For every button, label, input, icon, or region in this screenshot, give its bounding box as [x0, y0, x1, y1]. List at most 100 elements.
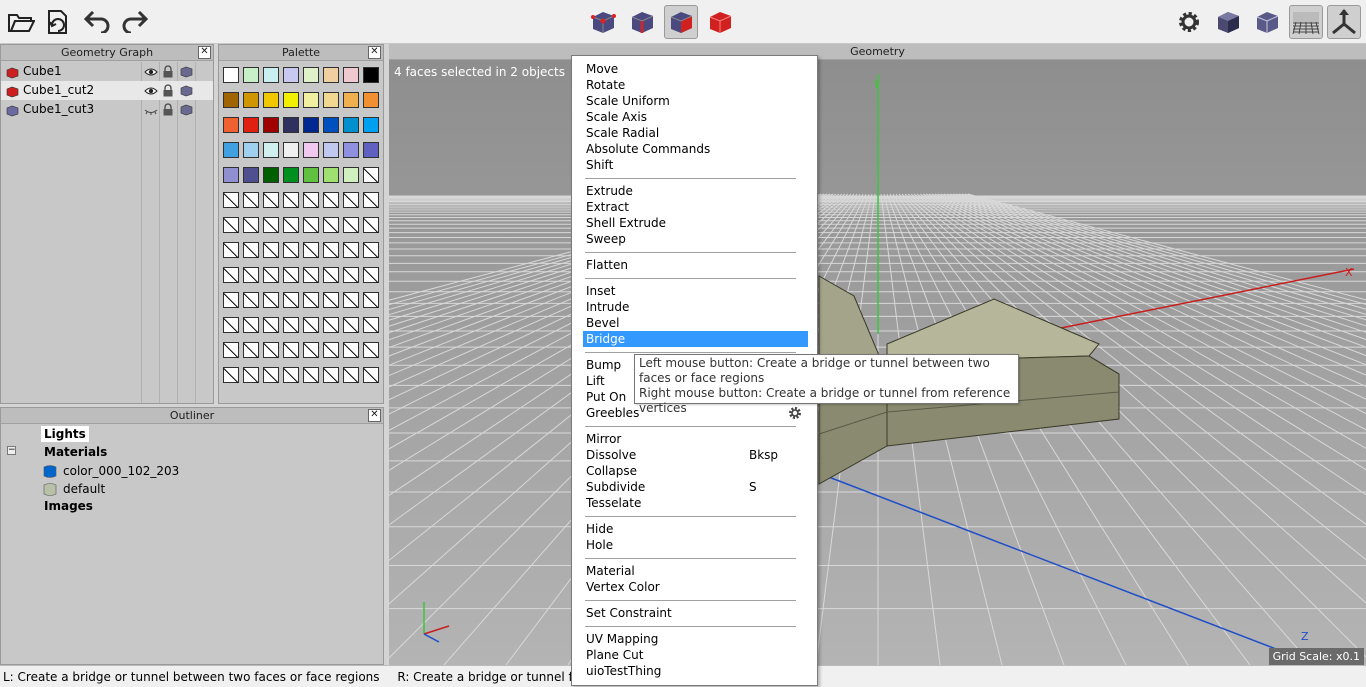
empty-swatch[interactable] — [303, 367, 319, 383]
empty-swatch[interactable] — [243, 217, 259, 233]
color-swatch[interactable] — [283, 92, 299, 108]
menu-item-plane-cut[interactable]: Plane Cut — [583, 647, 808, 663]
empty-swatch[interactable] — [243, 242, 259, 258]
empty-swatch[interactable] — [343, 267, 359, 283]
menu-item-scale-axis[interactable]: Scale Axis — [583, 109, 808, 125]
menu-item-extract[interactable]: Extract — [583, 199, 808, 215]
menu-item-collapse[interactable]: Collapse — [583, 463, 808, 479]
empty-swatch[interactable] — [343, 342, 359, 358]
empty-swatch[interactable] — [223, 192, 239, 208]
empty-swatch[interactable] — [323, 292, 339, 308]
empty-swatch[interactable] — [363, 167, 379, 183]
close-icon[interactable]: ✕ — [198, 46, 211, 59]
empty-swatch[interactable] — [343, 367, 359, 383]
empty-swatch[interactable] — [323, 342, 339, 358]
import-icon[interactable] — [40, 5, 74, 39]
menu-item-bevel[interactable]: Bevel — [583, 315, 808, 331]
empty-swatch[interactable] — [223, 242, 239, 258]
empty-swatch[interactable] — [283, 267, 299, 283]
color-swatch[interactable] — [243, 142, 259, 158]
empty-swatch[interactable] — [283, 292, 299, 308]
empty-swatch[interactable] — [223, 217, 239, 233]
empty-swatch[interactable] — [303, 242, 319, 258]
empty-swatch[interactable] — [223, 267, 239, 283]
color-swatch[interactable] — [223, 117, 239, 133]
menu-item-scale-radial[interactable]: Scale Radial — [583, 125, 808, 141]
menu-item-rotate[interactable]: Rotate — [583, 77, 808, 93]
color-swatch[interactable] — [263, 142, 279, 158]
open-folder-icon[interactable] — [4, 5, 38, 39]
menu-item-dissolve[interactable]: Dissolve Bksp — [583, 447, 808, 463]
color-swatch[interactable] — [323, 92, 339, 108]
empty-swatch[interactable] — [243, 292, 259, 308]
empty-swatch[interactable] — [323, 317, 339, 333]
color-swatch[interactable] — [263, 92, 279, 108]
color-swatch[interactable] — [363, 92, 379, 108]
geometry-row[interactable]: Cube1 — [1, 62, 213, 81]
empty-swatch[interactable] — [303, 192, 319, 208]
empty-swatch[interactable] — [243, 317, 259, 333]
empty-swatch[interactable] — [343, 317, 359, 333]
select-vertex-icon[interactable] — [586, 5, 620, 39]
empty-swatch[interactable] — [243, 342, 259, 358]
geometry-row[interactable]: Cube1_cut3 — [1, 100, 213, 119]
menu-item-tesselate[interactable]: Tesselate — [583, 495, 808, 511]
menu-item-uiotestthing[interactable]: uioTestThing — [583, 663, 808, 679]
menu-item-vertex-color[interactable]: Vertex Color — [583, 579, 808, 595]
geometry-row[interactable]: Cube1_cut2 — [1, 81, 213, 100]
menu-item-subdivide[interactable]: Subdivide S — [583, 479, 808, 495]
empty-swatch[interactable] — [223, 292, 239, 308]
empty-swatch[interactable] — [323, 242, 339, 258]
menu-item-shell-extrude[interactable]: Shell Extrude — [583, 215, 808, 231]
empty-swatch[interactable] — [363, 292, 379, 308]
menu-item-intrude[interactable]: Intrude — [583, 299, 808, 315]
empty-swatch[interactable] — [343, 192, 359, 208]
material-item[interactable]: color_000_102_203 — [63, 463, 179, 479]
color-swatch[interactable] — [243, 92, 259, 108]
color-swatch[interactable] — [263, 167, 279, 183]
empty-swatch[interactable] — [363, 192, 379, 208]
empty-swatch[interactable] — [283, 217, 299, 233]
empty-swatch[interactable] — [263, 317, 279, 333]
empty-swatch[interactable] — [283, 317, 299, 333]
menu-item-extrude[interactable]: Extrude — [583, 183, 808, 199]
menu-item-set-constraint[interactable]: Set Constraint — [583, 605, 808, 621]
outliner-images[interactable]: Images — [44, 498, 93, 514]
shaded-cube-icon[interactable] — [1211, 5, 1245, 39]
color-swatch[interactable] — [223, 67, 239, 83]
empty-swatch[interactable] — [303, 267, 319, 283]
outliner-lights[interactable]: Lights — [41, 426, 89, 442]
empty-swatch[interactable] — [243, 267, 259, 283]
empty-swatch[interactable] — [283, 192, 299, 208]
color-swatch[interactable] — [323, 167, 339, 183]
color-swatch[interactable] — [343, 117, 359, 133]
close-icon[interactable]: ✕ — [368, 46, 381, 59]
empty-swatch[interactable] — [323, 192, 339, 208]
empty-swatch[interactable] — [303, 217, 319, 233]
empty-swatch[interactable] — [263, 367, 279, 383]
axes-toggle-icon[interactable] — [1327, 5, 1361, 39]
empty-swatch[interactable] — [223, 342, 239, 358]
empty-swatch[interactable] — [263, 217, 279, 233]
color-swatch[interactable] — [243, 167, 259, 183]
menu-item-uv-mapping[interactable]: UV Mapping — [583, 631, 808, 647]
wireframe-cube-icon[interactable] — [1250, 5, 1284, 39]
redo-icon[interactable] — [118, 5, 152, 39]
color-swatch[interactable] — [283, 167, 299, 183]
empty-swatch[interactable] — [243, 367, 259, 383]
outliner-materials[interactable]: Materials — [44, 444, 107, 460]
color-swatch[interactable] — [223, 167, 239, 183]
empty-swatch[interactable] — [343, 242, 359, 258]
color-swatch[interactable] — [283, 142, 299, 158]
empty-swatch[interactable] — [363, 317, 379, 333]
color-swatch[interactable] — [303, 117, 319, 133]
menu-item-hole[interactable]: Hole — [583, 537, 808, 553]
empty-swatch[interactable] — [263, 267, 279, 283]
color-swatch[interactable] — [223, 92, 239, 108]
menu-item-move[interactable]: Move — [583, 61, 808, 77]
empty-swatch[interactable] — [283, 367, 299, 383]
lock-icon[interactable] — [162, 103, 174, 122]
color-swatch[interactable] — [363, 142, 379, 158]
empty-swatch[interactable] — [263, 292, 279, 308]
empty-swatch[interactable] — [363, 342, 379, 358]
